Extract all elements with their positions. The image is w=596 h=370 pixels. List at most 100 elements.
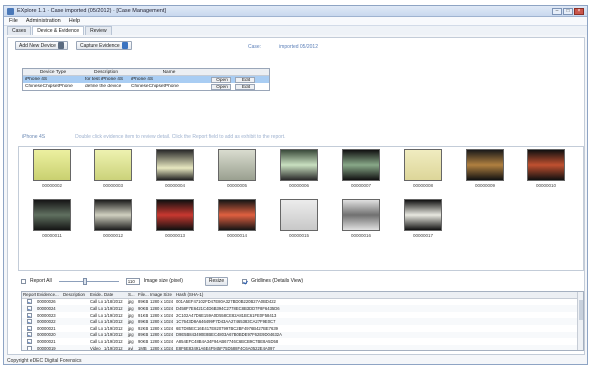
device-table: Device Type Description Name iPhone 4S f… bbox=[22, 68, 270, 91]
thumbnail-label: 00000007 bbox=[350, 183, 372, 188]
report-checkbox[interactable] bbox=[27, 305, 32, 311]
evidence-thumbnail[interactable] bbox=[156, 199, 194, 231]
evidence-row[interactable]: 00000021 Call Log1/19/2012 jpg 90KB1280 x 1… bbox=[22, 338, 583, 345]
image-size-slider[interactable] bbox=[58, 277, 119, 285]
evidence-image-size: 1280 x 1024 bbox=[150, 312, 174, 318]
grid-scrollbar[interactable] bbox=[577, 292, 583, 350]
toolbar: Add New Device Capture Evidence bbox=[15, 41, 132, 50]
tab-cases[interactable]: Cases bbox=[7, 26, 32, 35]
col-file[interactable]: File... bbox=[137, 292, 149, 297]
section-hint: Double click evidence item to review det… bbox=[75, 134, 286, 140]
evidence-thumbnail[interactable] bbox=[527, 149, 565, 181]
evidence-thumbnail[interactable] bbox=[404, 149, 442, 181]
report-checkbox[interactable] bbox=[27, 319, 32, 325]
device-description: define the device bbox=[85, 84, 122, 89]
app-window: EXplore 1.1 · Case imported (05/2012) · … bbox=[3, 5, 588, 365]
device-row[interactable]: iPhone 4S for test iPhone 4S iPhone 4S O… bbox=[23, 76, 269, 83]
evidence-thumbnail[interactable] bbox=[218, 149, 256, 181]
evidence-thumbnail[interactable] bbox=[342, 199, 380, 231]
menu-administration[interactable]: Administration bbox=[26, 18, 61, 24]
evidence-thumbnail[interactable] bbox=[280, 199, 318, 231]
thumbnail-label: 00000013 bbox=[164, 233, 186, 238]
add-device-button[interactable]: Add New Device bbox=[15, 41, 68, 50]
evidence-thumbnail[interactable] bbox=[156, 149, 194, 181]
evidence-thumbnail[interactable] bbox=[280, 149, 318, 181]
scroll-thumb[interactable] bbox=[579, 300, 583, 320]
evidence-row[interactable]: 00000024 Call Log1/19/2012 jpg 90KB1280 x 1… bbox=[22, 305, 583, 312]
menu-file[interactable]: File bbox=[9, 18, 18, 24]
evidence-thumbnail[interactable] bbox=[218, 199, 256, 231]
slider-knob[interactable] bbox=[82, 277, 87, 285]
edit-button[interactable]: Edit bbox=[235, 83, 255, 90]
evidence-file-size: 89KB bbox=[138, 319, 149, 325]
thumbnail-label: 00000014 bbox=[226, 233, 248, 238]
evidence-thumbnail[interactable] bbox=[466, 149, 504, 181]
evidence-row[interactable]: 00000020 Call Log1/19/2012 jpg 89KB1280 x 1… bbox=[22, 331, 583, 339]
evidence-image-size: 1280 x 1024 bbox=[150, 338, 174, 344]
report-checkbox[interactable] bbox=[27, 332, 32, 338]
gridlines-checkbox[interactable] bbox=[242, 278, 248, 284]
col-hash[interactable]: Hash (SHA-1) bbox=[175, 292, 583, 297]
evidence-thumbnail[interactable] bbox=[94, 199, 132, 231]
phone-icon bbox=[57, 42, 64, 49]
resize-button[interactable]: Resize bbox=[204, 276, 229, 286]
report-all-checkbox[interactable] bbox=[21, 278, 26, 284]
evidence-image-size: 1280 x 1024 bbox=[150, 345, 174, 351]
col-description[interactable]: Description bbox=[62, 292, 89, 297]
capture-evidence-button[interactable]: Capture Evidence bbox=[75, 41, 132, 50]
open-button[interactable]: Open bbox=[211, 83, 231, 90]
evidence-row[interactable]: 00000019 Video 1/19/2012 avi 1MB 1280 x 1024 E… bbox=[22, 344, 583, 351]
report-checkbox[interactable] bbox=[27, 312, 32, 318]
report-checkbox[interactable] bbox=[27, 299, 32, 305]
report-checkbox[interactable] bbox=[27, 338, 32, 344]
maximize-button[interactable]: □ bbox=[563, 7, 573, 15]
thumbnail-label: 00000008 bbox=[412, 183, 434, 188]
evidence-id: 00000026 bbox=[37, 299, 56, 305]
tab-strip: Cases Device & Evidence Review bbox=[4, 26, 587, 35]
col-evidence[interactable]: Evidence... bbox=[36, 292, 62, 297]
col-image-size[interactable]: Image Size bbox=[149, 292, 175, 297]
col-date[interactable]: Date bbox=[103, 292, 127, 297]
evidence-date: 1/19/2012 bbox=[104, 312, 123, 318]
evidence-id: 00000019 bbox=[37, 345, 56, 351]
evidence-row[interactable]: 00000022 Call Log1/19/2012 jpg 89KB1280 x 1… bbox=[22, 318, 583, 325]
report-checkbox[interactable] bbox=[27, 325, 32, 331]
evidence-ext: jpg bbox=[128, 338, 134, 344]
col-evidence-type[interactable]: Evide... bbox=[89, 292, 103, 297]
thumbnail-gallery: 00000002 00000003 00000004 00000005 00000006… bbox=[18, 146, 584, 271]
edit-button[interactable]: Edit bbox=[235, 76, 255, 83]
open-button[interactable]: Open bbox=[211, 76, 231, 83]
col-report[interactable]: Report bbox=[22, 292, 36, 297]
tab-review[interactable]: Review bbox=[85, 26, 112, 35]
evidence-ext: jpg bbox=[128, 312, 134, 318]
close-button[interactable]: × bbox=[574, 7, 584, 15]
evidence-hash: D458F7E6421C4D6B394C2778EC8B3DD7F8F6435D… bbox=[176, 305, 280, 311]
device-table-header: Device Type Description Name bbox=[23, 69, 269, 76]
evidence-type: Call Log bbox=[90, 325, 103, 331]
evidence-row[interactable]: 00000023 Call Log1/19/2012 jpg 91KB1280 x 1… bbox=[22, 312, 583, 319]
evidence-section-header: iPhone 4S Double click evidence item to … bbox=[22, 134, 285, 140]
tab-device-evidence[interactable]: Device & Evidence bbox=[32, 26, 85, 35]
minimize-button[interactable]: – bbox=[552, 7, 562, 15]
evidence-thumbnail[interactable] bbox=[94, 149, 132, 181]
image-size-input[interactable]: 110 bbox=[125, 277, 140, 285]
capture-evidence-label: Capture Evidence bbox=[79, 42, 120, 49]
device-row[interactable]: ChineseChipsetPhone define the device Ch… bbox=[23, 83, 269, 90]
col-s[interactable]: S... bbox=[127, 292, 137, 297]
evidence-thumbnail[interactable] bbox=[33, 149, 71, 181]
thumbnail-label: 00000003 bbox=[102, 183, 124, 188]
evidence-thumbnail[interactable] bbox=[404, 199, 442, 231]
col-description[interactable]: Description bbox=[83, 70, 129, 75]
col-name[interactable]: Name bbox=[129, 70, 209, 75]
evidence-thumbnail[interactable] bbox=[33, 199, 71, 231]
evidence-row[interactable]: 00000021 Call Log1/19/2012 jpg 92KB1280 x 1… bbox=[22, 325, 583, 332]
thumbnail-label: 00000011 bbox=[42, 233, 62, 238]
evidence-thumbnail[interactable] bbox=[342, 149, 380, 181]
status-bar: Copyright eDEC Digital Forensics bbox=[7, 358, 82, 364]
report-checkbox[interactable] bbox=[27, 345, 32, 350]
col-device-type[interactable]: Device Type bbox=[23, 70, 83, 75]
evidence-image-size: 1280 x 1024 bbox=[150, 305, 174, 311]
evidence-row[interactable]: 00000026 Call Log1/18/2012 jpg 89KB1280 x 1… bbox=[22, 299, 583, 306]
thumbnail-label: 00000005 bbox=[226, 183, 248, 188]
menu-help[interactable]: Help bbox=[69, 18, 80, 24]
